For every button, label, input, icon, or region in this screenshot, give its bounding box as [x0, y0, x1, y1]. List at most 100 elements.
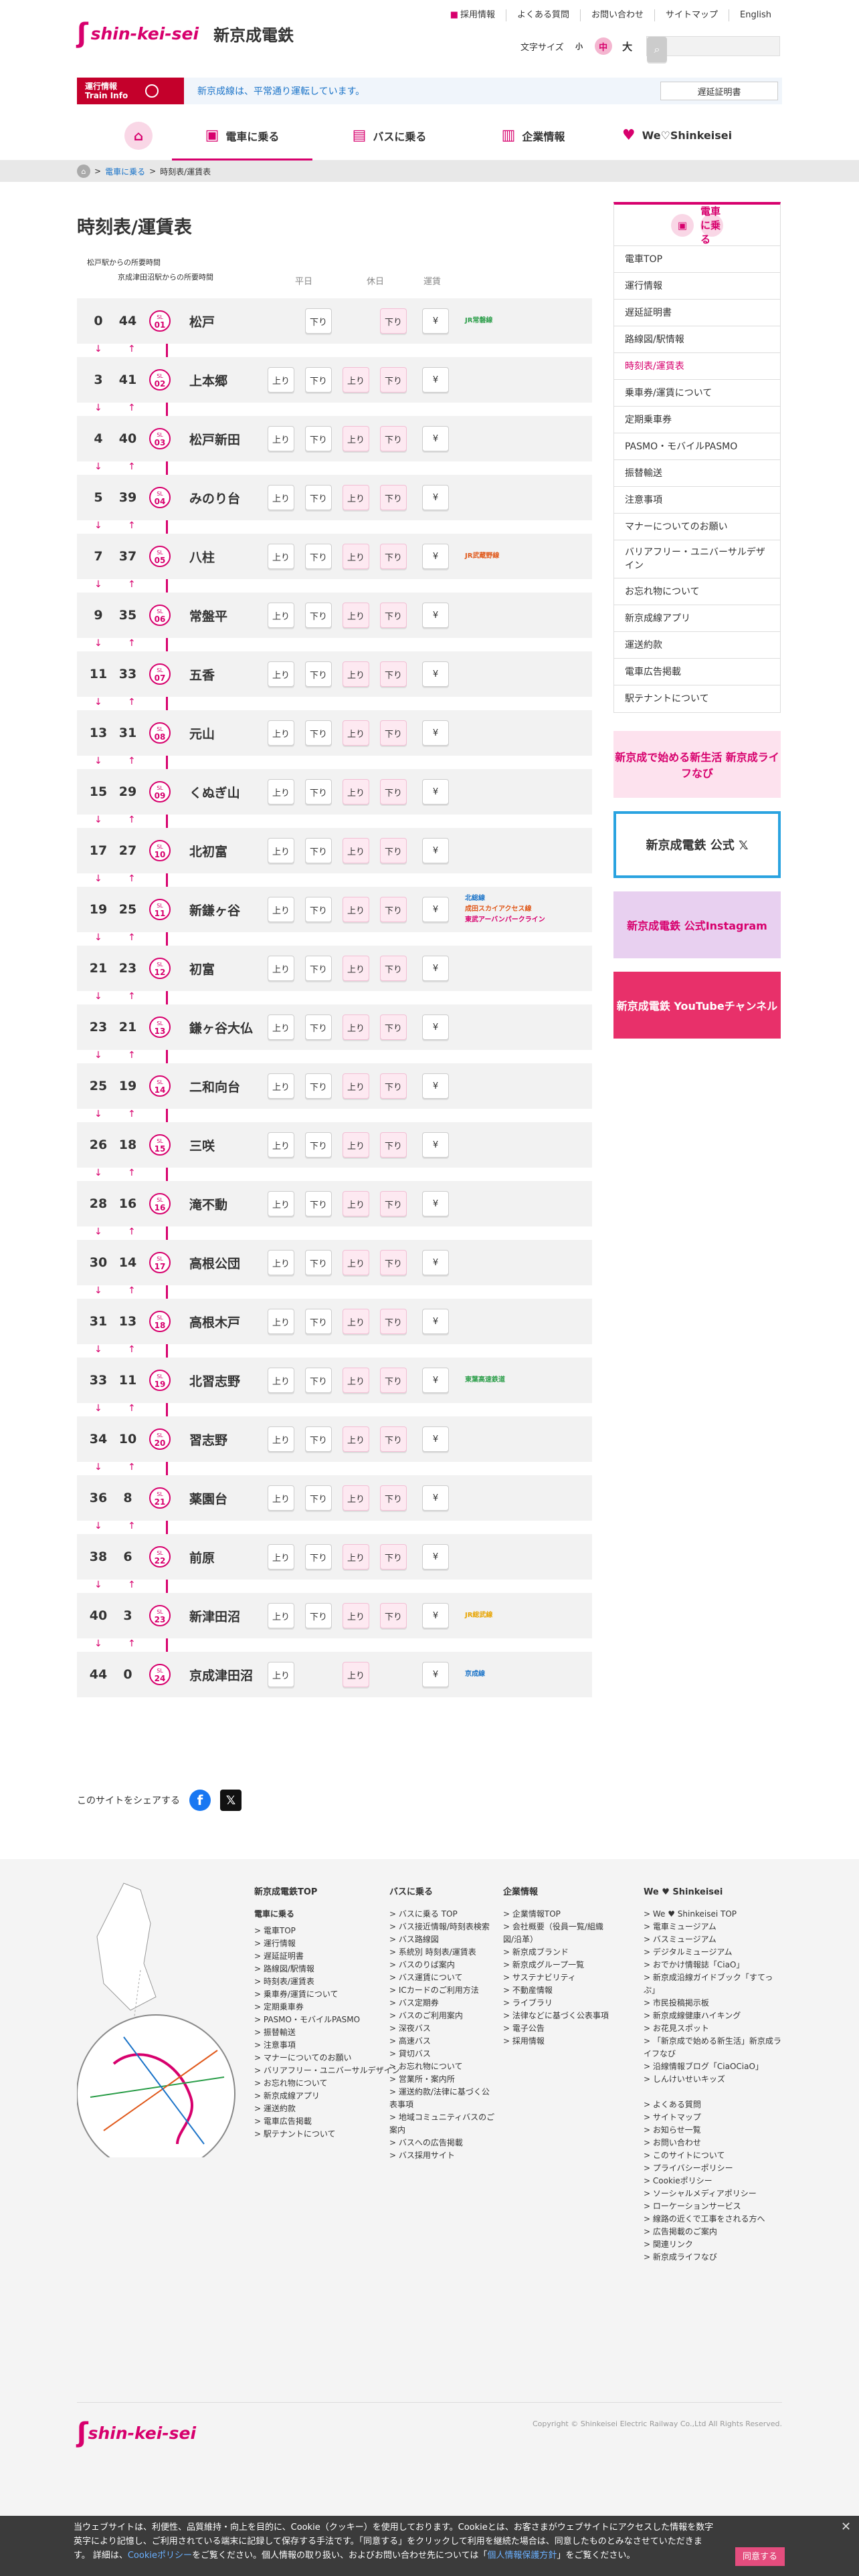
fare-button[interactable]: ¥	[422, 1368, 449, 1393]
weekday-down-button[interactable]: 下り	[305, 956, 332, 981]
weekday-down-button[interactable]: 下り	[305, 1603, 332, 1628]
weekday-up-button[interactable]: 上り	[268, 897, 294, 922]
sidebar-item[interactable]: 電車広告掲載	[614, 659, 780, 685]
weekday-up-button[interactable]: 上り	[268, 1014, 294, 1040]
station-name[interactable]: 松戸新田	[189, 430, 240, 448]
station-name[interactable]: 松戸	[189, 312, 215, 330]
transfer-line[interactable]: JR常磐線	[465, 316, 492, 326]
holiday-up-button[interactable]: 上り	[343, 1132, 369, 1158]
station-name[interactable]: 習志野	[189, 1430, 227, 1448]
holiday-down-button[interactable]: 下り	[380, 1368, 407, 1393]
weekday-up-button[interactable]: 上り	[268, 1662, 294, 1687]
weekday-up-button[interactable]: 上り	[268, 720, 294, 746]
banner-x-official[interactable]: 新京成電鉄 公式 𝕏	[613, 811, 781, 878]
footer-link[interactable]: > バス接近情報/時刻表検索	[389, 1921, 496, 1933]
footer-link[interactable]: > デジタルミュージアム	[644, 1946, 784, 1959]
train-info-label[interactable]: 運行情報 Train Info	[77, 78, 184, 104]
station-name[interactable]: 前原	[189, 1548, 215, 1566]
weekday-down-button[interactable]: 下り	[305, 1132, 332, 1158]
holiday-down-button[interactable]: 下り	[380, 1485, 407, 1511]
weekday-up-button[interactable]: 上り	[268, 1309, 294, 1334]
transfer-line[interactable]: JR武蔵野線	[465, 551, 499, 562]
footer-link[interactable]: > バス採用サイト	[389, 2149, 496, 2162]
transfer-line[interactable]: 東葉高速鉄道	[465, 1375, 505, 1386]
holiday-up-button[interactable]: 上り	[343, 1250, 369, 1275]
station-name[interactable]: 五香	[189, 665, 215, 683]
sidebar-item[interactable]: 定期乗車券	[614, 407, 780, 433]
holiday-down-button[interactable]: 下り	[380, 603, 407, 628]
footer-link[interactable]: > バスミュージアム	[644, 1933, 784, 1946]
footer-link[interactable]: > 営業所・案内所	[389, 2073, 496, 2086]
footer-link[interactable]: > 時刻表/運賃表	[254, 1975, 400, 1988]
footer-link[interactable]: > バス運賃について	[389, 1971, 496, 1984]
footer-sub-train[interactable]: 電車に乗る	[254, 1908, 400, 1921]
privacy-policy-link[interactable]: 個人情報保護方針	[487, 2551, 557, 2561]
holiday-up-button[interactable]: 上り	[343, 779, 369, 804]
holiday-up-button[interactable]: 上り	[343, 897, 369, 922]
footer-link[interactable]: > 駅テナントについて	[254, 2128, 400, 2141]
weekday-up-button[interactable]: 上り	[268, 1426, 294, 1452]
holiday-down-button[interactable]: 下り	[380, 661, 407, 687]
footer-link[interactable]: > 新京成ブランド	[503, 1946, 610, 1959]
holiday-up-button[interactable]: 上り	[343, 426, 369, 451]
sidebar-item[interactable]: 注意事項	[614, 487, 780, 514]
holiday-up-button[interactable]: 上り	[343, 1426, 369, 1452]
delay-cert-button[interactable]: 遅延証明書	[660, 82, 778, 100]
footer-link[interactable]: > 系統別 時刻表/運賃表	[389, 1946, 496, 1959]
breadcrumb-parent[interactable]: 電車に乗る	[105, 166, 145, 177]
fare-button[interactable]: ¥	[422, 661, 449, 687]
weekday-down-button[interactable]: 下り	[305, 897, 332, 922]
footer-title-we[interactable]: We ♥ Shinkeisei	[644, 1886, 784, 1899]
holiday-down-button[interactable]: 下り	[380, 1603, 407, 1628]
footer-link[interactable]: > 貸切バス	[389, 2048, 496, 2060]
holiday-down-button[interactable]: 下り	[380, 1309, 407, 1334]
weekday-up-button[interactable]: 上り	[268, 1368, 294, 1393]
station-name[interactable]: 新津田沼	[189, 1607, 240, 1625]
weekday-down-button[interactable]: 下り	[305, 1014, 332, 1040]
site-logo[interactable]: ʃ shin-kei-sei 新京成電鉄	[77, 18, 294, 49]
footer-link[interactable]: > 市民投稿掲示板	[644, 1997, 784, 2010]
footer-link[interactable]: > 地域コミュニティバスのご案内	[389, 2111, 496, 2137]
station-name[interactable]: 高根木戸	[189, 1313, 240, 1331]
nav-company[interactable]: ▥ 企業情報	[466, 112, 600, 160]
footer-link[interactable]: > ライブラリ	[503, 1997, 610, 2010]
weekday-up-button[interactable]: 上り	[268, 661, 294, 687]
holiday-up-button[interactable]: 上り	[343, 367, 369, 393]
footer-link[interactable]: > お忘れ物について	[389, 2060, 496, 2073]
footer-link[interactable]: > 線路の近くで工事をされる方へ	[644, 2213, 784, 2226]
fare-button[interactable]: ¥	[422, 1250, 449, 1275]
search-icon[interactable]: ⌕	[647, 37, 667, 62]
footer-link[interactable]: > 企業情報TOP	[503, 1908, 610, 1921]
footer-link[interactable]: > 路線図/駅情報	[254, 1963, 400, 1975]
footer-link[interactable]: > バリアフリー・ユニバーサルデザイン	[254, 2064, 400, 2077]
footer-link[interactable]: > ICカードのご利用方法	[389, 1984, 496, 1997]
footer-link[interactable]: > お問い合わせ	[644, 2137, 784, 2149]
footer-link[interactable]: > 新京成グループ一覧	[503, 1959, 610, 1971]
holiday-up-button[interactable]: 上り	[343, 544, 369, 569]
weekday-down-button[interactable]: 下り	[305, 661, 332, 687]
footer-link[interactable]: > バスのりば案内	[389, 1959, 496, 1971]
station-name[interactable]: 高根公団	[189, 1254, 240, 1272]
fare-button[interactable]: ¥	[422, 485, 449, 510]
facebook-icon[interactable]: f	[189, 1790, 211, 1811]
breadcrumb-home-icon[interactable]: ⌂	[77, 165, 90, 178]
footer-title-company[interactable]: 企業情報	[503, 1886, 610, 1899]
close-icon[interactable]: ✕	[841, 2520, 851, 2534]
weekday-up-button[interactable]: 上り	[268, 485, 294, 510]
weekday-down-button[interactable]: 下り	[305, 1544, 332, 1570]
cookie-agree-button[interactable]: 同意する	[735, 2547, 785, 2566]
station-name[interactable]: 京成津田沼	[189, 1666, 253, 1684]
sidebar-item[interactable]: お忘れ物について	[614, 578, 780, 605]
footer-link[interactable]: > バス路線図	[389, 1933, 496, 1946]
footer-link[interactable]: > 会社概要（役員一覧/組織図/沿革）	[503, 1921, 610, 1946]
weekday-up-button[interactable]: 上り	[268, 426, 294, 451]
holiday-down-button[interactable]: 下り	[380, 1426, 407, 1452]
sidebar-item[interactable]: 乗車券/運賃について	[614, 380, 780, 407]
holiday-up-button[interactable]: 上り	[343, 1073, 369, 1099]
banner-youtube[interactable]: 新京成電鉄 YouTubeチャンネル	[613, 972, 781, 1039]
station-name[interactable]: くぬぎ山	[189, 783, 240, 801]
footer-title-top[interactable]: 新京成電鉄TOP	[254, 1886, 400, 1899]
station-name[interactable]: 薬園台	[189, 1489, 227, 1507]
holiday-down-button[interactable]: 下り	[380, 1250, 407, 1275]
footer-link[interactable]: > We ♥ Shinkeisei TOP	[644, 1908, 784, 1921]
